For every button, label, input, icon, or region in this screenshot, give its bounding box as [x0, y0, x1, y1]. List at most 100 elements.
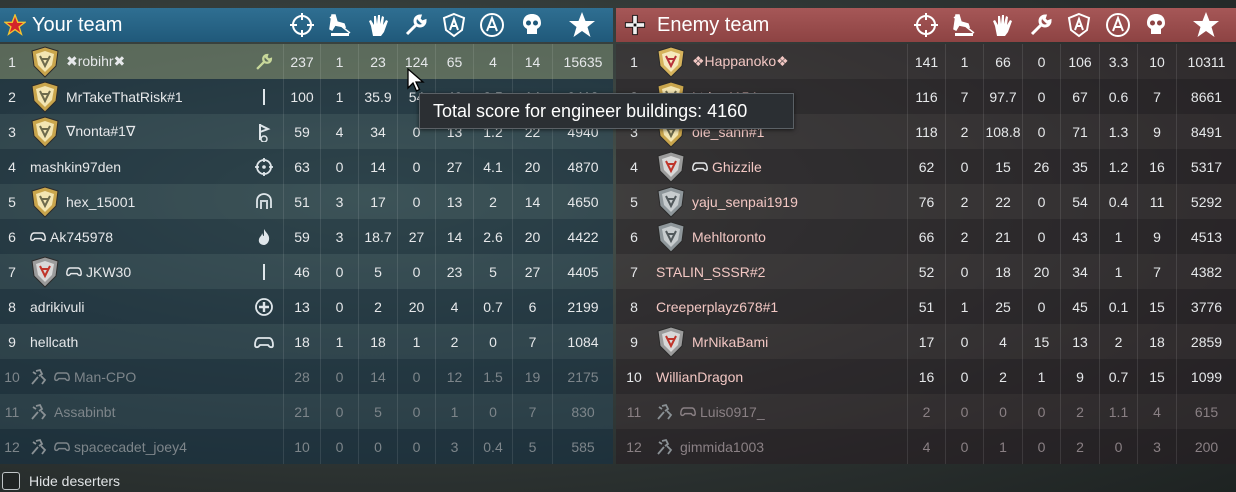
- hide-deserters-label[interactable]: Hide deserters: [29, 473, 120, 489]
- stat-cell[interactable]: 5: [358, 394, 397, 429]
- stat-cell[interactable]: 4650: [552, 184, 613, 219]
- stat-cell[interactable]: 4: [320, 114, 358, 149]
- stat-cell[interactable]: 20: [1022, 254, 1060, 289]
- player-name-cell[interactable]: MrNikaBami: [656, 324, 906, 359]
- stat-cell[interactable]: 0: [1022, 114, 1060, 149]
- stat-cell[interactable]: 0.1: [1099, 289, 1137, 324]
- stat-cell[interactable]: 11: [1137, 184, 1176, 219]
- stat-cell[interactable]: 2199: [552, 289, 613, 324]
- shield-a-icon[interactable]: [1060, 12, 1098, 38]
- stat-cell[interactable]: 1: [1099, 254, 1137, 289]
- stat-cell[interactable]: 0: [397, 184, 435, 219]
- stat-cell[interactable]: 108.8: [983, 114, 1022, 149]
- stat-cell[interactable]: 0: [473, 324, 512, 359]
- shield-a-icon[interactable]: [435, 12, 472, 38]
- player-name[interactable]: mashkin97den: [30, 159, 121, 175]
- stat-cell[interactable]: 76: [907, 184, 945, 219]
- stat-cell[interactable]: 5317: [1176, 149, 1236, 184]
- stat-cell[interactable]: 15: [1022, 324, 1060, 359]
- player-name[interactable]: adrikivuli: [30, 299, 84, 315]
- stat-cell[interactable]: 1: [320, 44, 358, 79]
- stat-cell[interactable]: 2: [435, 324, 473, 359]
- stat-cell[interactable]: 100: [283, 79, 320, 114]
- ally-player-row[interactable]: 1 ✖robihr✖ 237 1 23 124 65 4 14 15635: [0, 44, 613, 79]
- stat-cell[interactable]: 18.7: [358, 219, 397, 254]
- stat-cell[interactable]: 0: [1099, 429, 1137, 464]
- stat-cell[interactable]: 8661: [1176, 79, 1236, 114]
- stat-cell[interactable]: 97.7: [983, 79, 1022, 114]
- stat-cell[interactable]: 18: [283, 324, 320, 359]
- stat-cell[interactable]: 1: [320, 79, 358, 114]
- stat-cell[interactable]: 7: [512, 394, 552, 429]
- ally-player-row[interactable]: 4 mashkin97den 63 0 14 0 27 4.1 20 4870: [0, 149, 613, 184]
- ally-player-row[interactable]: 8 adrikivuli 13 0 2 20 4 0.7 6 2199: [0, 289, 613, 324]
- stat-cell[interactable]: 2: [945, 219, 983, 254]
- stat-cell[interactable]: 4382: [1176, 254, 1236, 289]
- stat-cell[interactable]: 4: [473, 44, 512, 79]
- stat-cell[interactable]: 14: [512, 44, 552, 79]
- stat-cell[interactable]: 0: [1022, 184, 1060, 219]
- stat-cell[interactable]: 27: [435, 149, 473, 184]
- ally-player-row[interactable]: 10 Man-CPO 28 0 14 0 12 1.5 19 2175: [0, 359, 613, 394]
- stat-cell[interactable]: 35.9: [358, 79, 397, 114]
- stat-cell[interactable]: 0: [397, 149, 435, 184]
- stat-cell[interactable]: 2859: [1176, 324, 1236, 359]
- player-name-cell[interactable]: Ak745978: [30, 219, 252, 254]
- skull-icon[interactable]: [512, 12, 551, 38]
- stat-cell[interactable]: 62: [907, 149, 945, 184]
- stat-cell[interactable]: 2: [945, 114, 983, 149]
- stat-cell[interactable]: 0: [320, 394, 358, 429]
- stat-cell[interactable]: 2: [907, 394, 945, 429]
- stat-cell[interactable]: 59: [283, 219, 320, 254]
- enemy-player-row[interactable]: 1 ❖Happanoko❖ 141 1 66 0 106 3.3 10 10311: [616, 44, 1236, 79]
- ally-player-row[interactable]: 12 spacecadet_joey4 10 0 0 0 3 0.4 5 585: [0, 429, 613, 464]
- stat-cell[interactable]: 1099: [1176, 359, 1236, 394]
- stat-cell[interactable]: 34: [1060, 254, 1099, 289]
- stat-cell[interactable]: 14: [358, 149, 397, 184]
- stat-cell[interactable]: 15: [1137, 289, 1176, 324]
- stat-cell[interactable]: 2: [1060, 429, 1099, 464]
- stat-cell[interactable]: 10: [1137, 44, 1176, 79]
- stat-cell[interactable]: 17: [907, 324, 945, 359]
- player-name[interactable]: ✖robihr✖: [66, 53, 125, 70]
- player-name[interactable]: WillianDragon: [656, 369, 743, 385]
- stat-cell[interactable]: 0: [945, 324, 983, 359]
- player-name-cell[interactable]: mashkin97den: [30, 149, 252, 184]
- stat-cell[interactable]: 0: [358, 429, 397, 464]
- enemy-player-row[interactable]: 8 Creeperplayz678#1 51 1 25 0 45 0.1 15 3776: [616, 289, 1236, 324]
- enemy-player-row[interactable]: 10 WillianDragon 16 0 2 1 9 0.7 15 1099: [616, 359, 1236, 394]
- stat-cell[interactable]: 14: [435, 219, 473, 254]
- stat-cell[interactable]: 23: [358, 44, 397, 79]
- stat-cell[interactable]: 67: [1060, 79, 1099, 114]
- player-name-cell[interactable]: spacecadet_joey4: [30, 429, 252, 464]
- stat-cell[interactable]: 43: [1060, 219, 1099, 254]
- stat-cell[interactable]: 0: [983, 394, 1022, 429]
- stat-cell[interactable]: 1: [397, 324, 435, 359]
- stat-cell[interactable]: 4870: [552, 149, 613, 184]
- stat-cell[interactable]: 1: [435, 394, 473, 429]
- stat-cell[interactable]: 0.6: [1099, 79, 1137, 114]
- stat-cell[interactable]: 20: [512, 219, 552, 254]
- stat-cell[interactable]: 21: [983, 219, 1022, 254]
- stat-cell[interactable]: 0: [320, 289, 358, 324]
- player-name-cell[interactable]: Mehltoronto: [656, 219, 906, 254]
- stat-cell[interactable]: 4: [1137, 394, 1176, 429]
- player-name-cell[interactable]: WillianDragon: [656, 359, 906, 394]
- player-name-cell[interactable]: gimmida1003: [656, 429, 906, 464]
- stat-cell[interactable]: 3: [320, 219, 358, 254]
- player-name[interactable]: JKW30: [86, 264, 131, 280]
- stat-cell[interactable]: 15: [1137, 359, 1176, 394]
- stat-cell[interactable]: 2: [1060, 394, 1099, 429]
- stat-cell[interactable]: 0: [945, 149, 983, 184]
- player-name[interactable]: Luis0917_: [700, 404, 765, 420]
- stat-cell[interactable]: 20: [397, 289, 435, 324]
- stat-cell[interactable]: 20: [512, 149, 552, 184]
- stat-cell[interactable]: 4422: [552, 219, 613, 254]
- stat-cell[interactable]: 5292: [1176, 184, 1236, 219]
- stat-cell[interactable]: 18: [1137, 324, 1176, 359]
- stat-cell[interactable]: 0: [397, 359, 435, 394]
- stat-cell[interactable]: 13: [283, 289, 320, 324]
- stat-cell[interactable]: 18: [983, 254, 1022, 289]
- ally-player-row[interactable]: 5 hex_15001 51 3 17 0 13 2 14 4650: [0, 184, 613, 219]
- ally-player-row[interactable]: 9 hellcath 18 1 18 1 2 0 7 1084: [0, 324, 613, 359]
